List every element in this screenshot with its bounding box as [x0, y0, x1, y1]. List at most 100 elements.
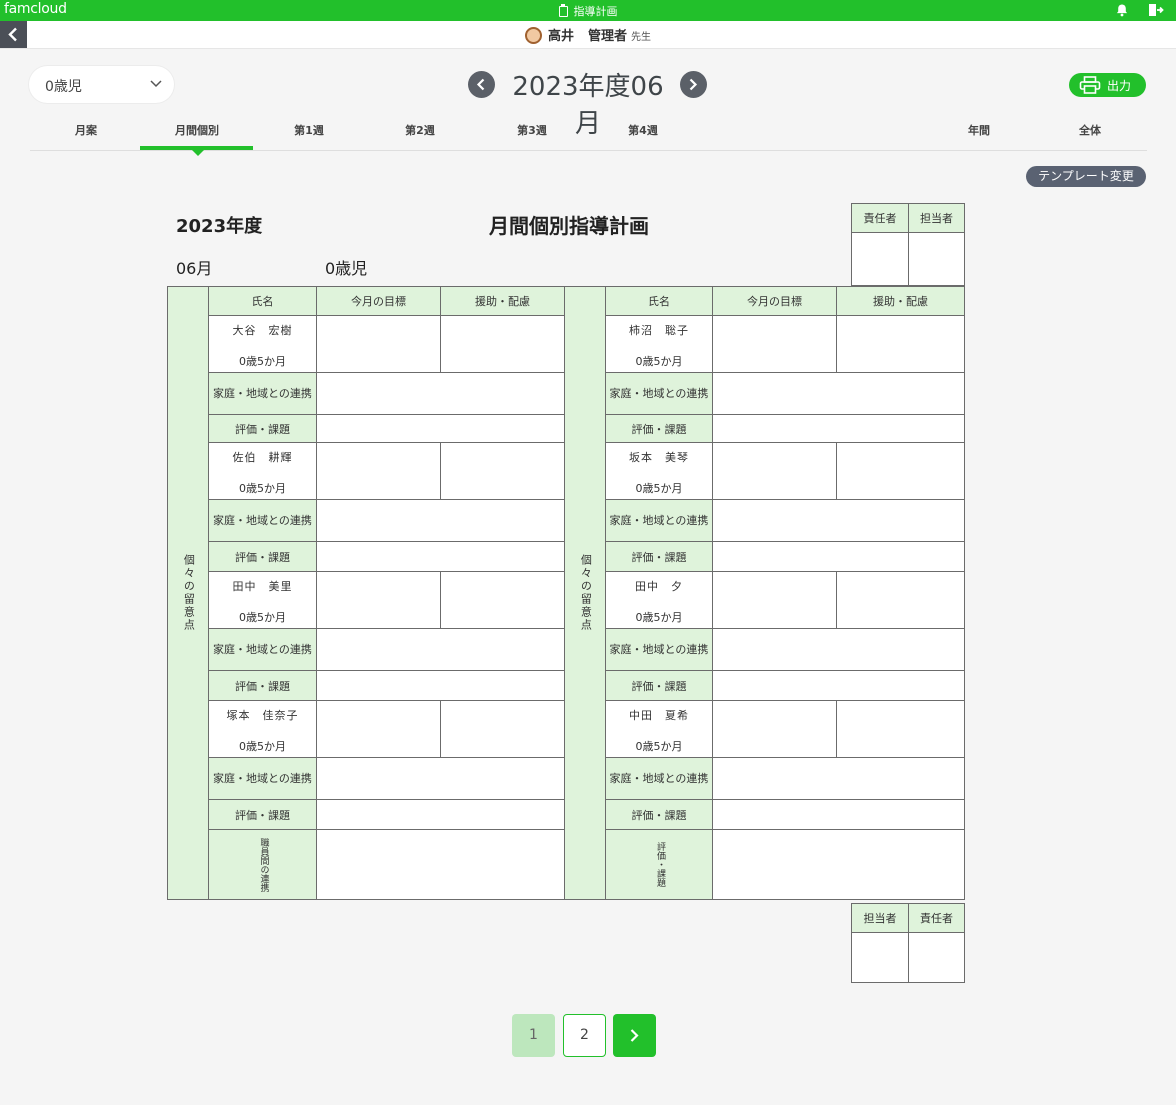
tab-week-3[interactable]: 第3週 [476, 122, 588, 138]
eval-label: 評価・課題 [208, 799, 317, 830]
header-goal: 今月の目標 [316, 286, 441, 316]
stamp-box[interactable] [908, 232, 965, 286]
next-month-button[interactable] [680, 71, 707, 98]
child-cell: 坂本 美琴 0歳5か月 [605, 442, 713, 500]
support-input[interactable] [440, 700, 565, 758]
child-cell: 柿沼 聡子 0歳5か月 [605, 315, 713, 373]
user-name: 高井 [547, 29, 574, 44]
goal-input[interactable] [316, 571, 441, 629]
class-select[interactable]: 0歳児 [29, 66, 174, 103]
page-button-1[interactable]: 1 [512, 1014, 555, 1057]
tab-week-1[interactable]: 第1週 [253, 122, 365, 138]
tab-week-4[interactable]: 第4週 [587, 122, 699, 138]
plan-tabs: 月案 月間個別 第1週 第2週 第3週 第4週 年間 全体 [30, 112, 1147, 156]
support-input[interactable] [836, 571, 965, 629]
child-age: 0歳5か月 [635, 482, 683, 495]
staff-coordination-input[interactable] [316, 829, 606, 900]
header-goal: 今月の目標 [712, 286, 837, 316]
prev-month-button[interactable] [468, 71, 495, 98]
support-input[interactable] [836, 442, 965, 500]
child-cell: 田中 美里 0歳5か月 [208, 571, 317, 629]
tab-monthly[interactable]: 月案 [30, 122, 142, 138]
child-name: 田中 美里 [232, 580, 293, 593]
tab-annual[interactable]: 年間 [923, 122, 1035, 138]
tab-overall[interactable]: 全体 [1034, 122, 1146, 138]
user-bar: 高井 管理者 先生 [0, 21, 1176, 49]
goal-input[interactable] [712, 442, 837, 500]
bell-icon[interactable] [1115, 3, 1129, 17]
print-label: 出力 [1107, 79, 1132, 93]
eval-input[interactable] [712, 541, 965, 572]
page-title: 指導計画 [573, 5, 618, 18]
eval-input[interactable] [712, 670, 965, 701]
logout-icon[interactable] [1148, 3, 1164, 17]
goal-input[interactable] [316, 700, 441, 758]
child-age: 0歳5か月 [635, 355, 683, 368]
approval-stamp-bottom: 担当者 責任者 [851, 903, 965, 983]
stamp-box[interactable] [851, 232, 909, 286]
goal-input[interactable] [316, 315, 441, 373]
family-label: 家庭・地域との連携 [605, 757, 713, 800]
family-input[interactable] [316, 372, 565, 415]
family-input[interactable] [712, 499, 965, 542]
family-input[interactable] [712, 372, 965, 415]
family-input[interactable] [712, 757, 965, 800]
child-name: 田中 夕 [635, 580, 683, 593]
print-button[interactable]: 出力 [1069, 73, 1146, 97]
side-label-right: 個々の留意点 [564, 286, 606, 900]
page-button-2[interactable]: 2 [563, 1014, 606, 1057]
approval-stamp-top: 責任者 担当者 [851, 203, 965, 286]
stamp-box[interactable] [908, 932, 965, 983]
stamp-label: 責任者 [851, 203, 909, 233]
overall-eval-label: 評価・課題 [605, 829, 713, 900]
eval-input[interactable] [316, 799, 565, 830]
support-input[interactable] [836, 700, 965, 758]
side-label-left: 個々の留意点 [167, 286, 209, 900]
support-input[interactable] [440, 571, 565, 629]
eval-input[interactable] [712, 414, 965, 443]
family-input[interactable] [712, 628, 965, 671]
support-input[interactable] [440, 315, 565, 373]
child-age: 0歳5か月 [635, 740, 683, 753]
overall-eval-input[interactable] [712, 829, 965, 900]
eval-label: 評価・課題 [605, 414, 713, 443]
support-input[interactable] [836, 315, 965, 373]
app-header: famcloud 指導計画 [0, 0, 1176, 21]
family-input[interactable] [316, 757, 565, 800]
family-label: 家庭・地域との連携 [605, 372, 713, 415]
child-age: 0歳5か月 [239, 482, 286, 495]
eval-input[interactable] [712, 799, 965, 830]
eval-input[interactable] [316, 670, 565, 701]
goal-input[interactable] [712, 315, 837, 373]
goal-input[interactable] [712, 700, 837, 758]
family-label: 家庭・地域との連携 [208, 628, 317, 671]
eval-label: 評価・課題 [605, 541, 713, 572]
stamp-label: 担当者 [908, 203, 965, 233]
family-label: 家庭・地域との連携 [208, 372, 317, 415]
support-input[interactable] [440, 442, 565, 500]
change-template-button[interactable]: テンプレート変更 [1026, 166, 1146, 187]
current-user: 高井 管理者 先生 [0, 25, 1176, 44]
eval-input[interactable] [316, 541, 565, 572]
child-name: 佐伯 耕輝 [232, 451, 293, 464]
child-cell: 塚本 佳奈子 0歳5か月 [208, 700, 317, 758]
child-cell: 田中 夕 0歳5か月 [605, 571, 713, 629]
tab-monthly-individual[interactable]: 月間個別 [141, 122, 253, 138]
next-page-button[interactable] [613, 1014, 656, 1057]
child-age: 0歳5か月 [635, 611, 683, 624]
user-suffix: 先生 [631, 32, 652, 43]
family-input[interactable] [316, 499, 565, 542]
goal-input[interactable] [316, 442, 441, 500]
eval-label: 評価・課題 [605, 670, 713, 701]
active-tab-caret [191, 149, 205, 156]
child-age: 0歳5か月 [239, 611, 286, 624]
family-label: 家庭・地域との連携 [208, 499, 317, 542]
goal-input[interactable] [712, 571, 837, 629]
family-input[interactable] [316, 628, 565, 671]
stamp-box[interactable] [851, 932, 909, 983]
eval-input[interactable] [316, 414, 565, 443]
chevron-right-icon [689, 78, 698, 91]
eval-label: 評価・課題 [208, 541, 317, 572]
tab-week-2[interactable]: 第2週 [364, 122, 476, 138]
avatar [524, 27, 542, 44]
